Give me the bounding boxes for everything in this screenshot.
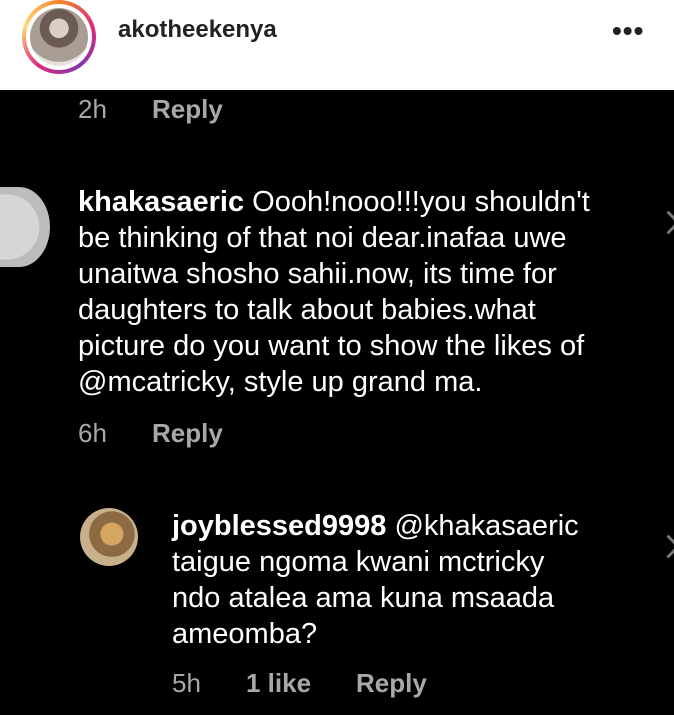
comment-time: 6h	[78, 418, 107, 448]
comment-line: joyblessed9998 @khakasaeric	[172, 508, 652, 544]
comment-text-line: @khakasaeric	[394, 510, 579, 542]
like-count[interactable]: 1 like	[246, 668, 311, 699]
comment-text-line: unaitwa shosho sahii.now, its time for	[78, 258, 557, 290]
avatar-ring-inner	[26, 4, 92, 70]
comment-text-line: be thinking of that noi dear.inafaa uwe	[78, 222, 567, 254]
comment-text-line: ndo atalea ama kuna msaada	[172, 582, 555, 614]
profile-avatar[interactable]	[22, 0, 96, 74]
comment-time: 2h	[78, 94, 107, 124]
reply-button[interactable]: Reply	[152, 418, 223, 449]
commenter-avatar[interactable]	[80, 508, 138, 566]
avatar-image	[30, 8, 88, 66]
post-header: akotheekenya •••	[0, 0, 674, 90]
comment-text-line: ameomba?	[172, 618, 318, 650]
comment-text-line: @mcatricky, style up grand ma.	[78, 366, 483, 398]
comment-text-line: taigue ngoma kwani mctricky	[172, 546, 545, 578]
like-heart-icon[interactable]	[656, 534, 674, 559]
comment-author[interactable]: joyblessed9998	[172, 510, 386, 542]
comment-author[interactable]: khakasaeric	[78, 186, 244, 218]
more-options-icon[interactable]: •••	[612, 16, 644, 46]
comment-text-line: daughters to talk about babies.what	[78, 294, 536, 326]
reply-button[interactable]: Reply	[152, 94, 223, 125]
like-heart-icon[interactable]	[656, 210, 674, 235]
comment-time: 5h	[172, 668, 201, 698]
comment-text-line: picture do you want to show the likes of	[78, 330, 585, 362]
profile-username[interactable]: akotheekenya	[118, 16, 277, 44]
comment-text-line: Oooh!nooo!!!you shouldn't	[252, 186, 590, 218]
commenter-avatar[interactable]	[0, 187, 50, 267]
comment-body: khakasaeric Oooh!nooo!!!you shouldn't be…	[78, 184, 658, 400]
reply-button[interactable]: Reply	[356, 668, 427, 699]
comment-line: khakasaeric Oooh!nooo!!!you shouldn't	[78, 184, 658, 220]
comment-body: joyblessed9998 @khakasaeric taigue ngoma…	[172, 508, 652, 652]
